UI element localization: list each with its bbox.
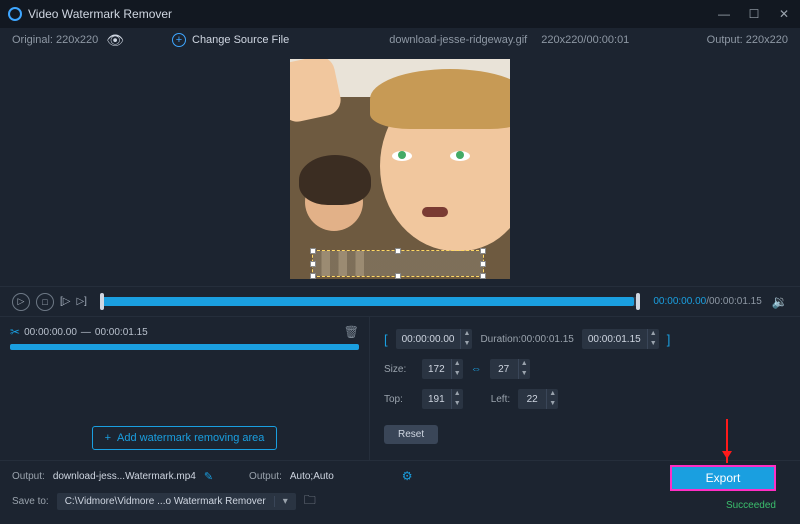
app-title: Video Watermark Remover: [28, 7, 172, 21]
plus-icon: +: [105, 432, 111, 444]
progress-end-handle[interactable]: [636, 293, 640, 310]
region-end-time[interactable]: 00:00:01.15▲▼: [582, 329, 659, 349]
maximize-button[interactable]: ☐: [746, 7, 762, 21]
reset-button[interactable]: Reset: [384, 425, 438, 444]
close-button[interactable]: ✕: [776, 7, 792, 21]
top-input[interactable]: 191▲▼: [422, 389, 463, 409]
delete-clip-button[interactable]: 🗑: [344, 325, 359, 339]
top-label: Top:: [384, 394, 414, 405]
clip-start: 00:00:00.00: [24, 327, 77, 338]
original-size-label: Original: 220x220: [12, 34, 98, 46]
add-watermark-label: Add watermark removing area: [117, 432, 264, 444]
save-to-label: Save to:: [12, 496, 49, 507]
output-size-label: Output: 220x220: [707, 34, 788, 46]
duration-label: Duration:00:00:01.15: [480, 334, 573, 345]
export-button[interactable]: Export: [670, 465, 776, 491]
playbar: ▷ □ [▷ ▷] 00:00:00.00/00:00:01.15 🔉: [0, 286, 800, 316]
left-label: Left:: [491, 394, 510, 405]
bracket-out-icon[interactable]: ]: [667, 332, 671, 347]
video-frame[interactable]: [290, 59, 510, 279]
app-logo-icon: [8, 7, 22, 21]
preview-area: [0, 52, 800, 286]
annotation-arrow: [726, 419, 728, 463]
add-watermark-area-button[interactable]: + Add watermark removing area: [92, 426, 278, 450]
volume-icon[interactable]: 🔉: [772, 294, 788, 310]
clip-range-bar[interactable]: [10, 344, 359, 350]
bracket-in-icon[interactable]: [: [384, 332, 388, 347]
output-label: Output:: [12, 471, 45, 482]
size-label: Size:: [384, 364, 414, 375]
change-source-label: Change Source File: [192, 34, 289, 46]
timecode: 00:00:00.00/00:00:01.15: [653, 296, 761, 307]
output-file: download-jess...Watermark.mp4: [53, 471, 196, 482]
change-source-button[interactable]: + Change Source File: [172, 33, 289, 47]
progress-bar[interactable]: [101, 297, 639, 306]
link-aspect-icon[interactable]: ⇔: [471, 363, 482, 375]
open-folder-icon[interactable]: 🗀: [304, 491, 316, 512]
mark-in-button[interactable]: [▷: [60, 293, 70, 311]
source-filename: download-jesse-ridgeway.gif: [389, 34, 527, 46]
region-start-time[interactable]: 00:00:00.00▲▼: [396, 329, 473, 349]
output-format-label: Output:: [249, 471, 282, 482]
scissors-icon: ✂: [10, 325, 20, 339]
edit-output-icon[interactable]: ✎: [204, 470, 213, 483]
titlebar: Video Watermark Remover — ☐ ✕: [0, 0, 800, 28]
size-width-input[interactable]: 172▲▼: [422, 359, 463, 379]
region-panel: [ 00:00:00.00▲▼ Duration:00:00:01.15 00:…: [370, 317, 800, 460]
plus-icon: +: [172, 33, 186, 47]
output-format-value: Auto;Auto: [290, 471, 334, 482]
size-height-input[interactable]: 27▲▼: [490, 359, 530, 379]
status-text: Succeeded: [726, 500, 776, 511]
play-button[interactable]: ▷: [12, 293, 30, 311]
stop-button[interactable]: □: [36, 293, 54, 311]
save-path-field[interactable]: C:\Vidmore\Vidmore ...o Watermark Remove…: [57, 493, 296, 510]
left-input[interactable]: 22▲▼: [518, 389, 558, 409]
save-path-dropdown[interactable]: ▾: [274, 496, 288, 507]
source-meta: 220x220/00:00:01: [541, 34, 629, 46]
infobar: Original: 220x220 👁 + Change Source File…: [0, 28, 800, 52]
clip-end: 00:00:01.15: [95, 327, 148, 338]
minimize-button[interactable]: —: [716, 7, 732, 21]
preview-toggle-icon[interactable]: 👁: [106, 32, 124, 49]
clip-panel: ✂ 00:00:00.00 — 00:00:01.15 🗑 + Add wate…: [0, 317, 370, 460]
settings-icon[interactable]: ⚙: [402, 469, 413, 483]
mark-out-button[interactable]: ▷]: [76, 293, 86, 311]
progress-start-handle[interactable]: [100, 293, 104, 310]
save-path-text: C:\Vidmore\Vidmore ...o Watermark Remove…: [65, 496, 266, 507]
